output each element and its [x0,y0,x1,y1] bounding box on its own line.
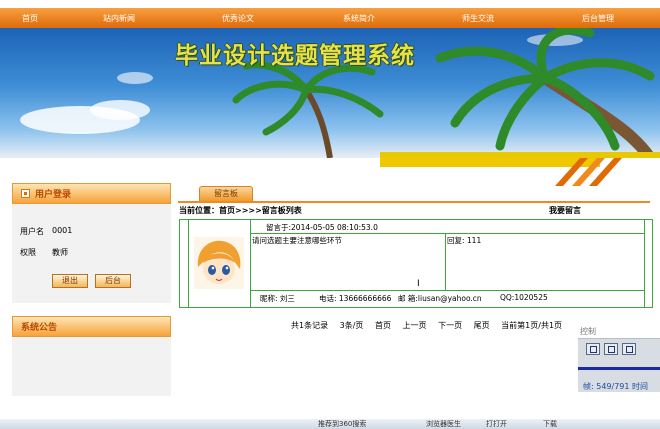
nav-exchange[interactable]: 师生交流 [462,13,494,24]
message-table: 留言于:2014-05-05 08:10:53.0 请问选题主要注意哪些环节 回… [179,219,653,308]
tab-message-board[interactable]: 留言板 [199,186,253,201]
login-panel-header: 用户登录 [12,183,171,204]
pager-first[interactable]: 首页 [375,321,391,330]
notice-panel-title: 系统公告 [21,323,58,333]
site-title: 毕业设计选题管理系统 [175,42,415,69]
posted-at: 留言于:2014-05-05 08:10:53.0 [266,223,378,232]
pager-last[interactable]: 尾页 [474,321,490,330]
square-bullet-icon [21,189,30,198]
pager-per-page: 3条/页 [339,321,364,330]
nav-home[interactable]: 首页 [22,13,38,24]
grid-line [445,233,446,290]
text-cursor-icon: Ι [417,279,420,289]
role-label: 权限 [20,248,36,257]
login-panel-title: 用户登录 [35,190,72,200]
notice-panel-header: 系统公告 [12,316,171,337]
pagination: 共1条记录 3条/页 首页 上一页 下一页 尾页 当前第1页/共1页 [291,320,571,331]
banner-flower-strip [380,158,622,186]
player-prev-icon[interactable] [586,343,600,355]
tab-underline [178,201,650,203]
pager-prev[interactable]: 上一页 [403,321,427,330]
pager-next[interactable]: 下一页 [438,321,462,330]
username-value: 0001 [52,226,73,235]
phone: 电话: 13666666666 [319,294,392,303]
admin-button[interactable]: 后台 [95,274,131,288]
pager-current: 当前第1页/共1页 [501,321,563,330]
login-panel: 用户登录 用户名 0001 权限 教师 退出 后台 [12,183,171,303]
banner: 毕业设计选题管理系统 [0,28,660,158]
player-play-icon[interactable] [604,343,618,355]
taskbar-item-search[interactable]: 推荐到360搜索 [318,419,366,429]
player-progress-bar[interactable] [578,367,660,370]
avatar [194,237,244,289]
nav-about[interactable]: 系统简介 [343,13,375,24]
post-message-link[interactable]: 我要留言 [549,205,581,216]
nav-admin[interactable]: 后台管理 [582,13,614,24]
nav-papers[interactable]: 优秀论文 [222,13,254,24]
grid-line [250,290,644,291]
breadcrumb: 当前位置：首页>>>>留言板列表 [179,206,302,215]
player-widget: 帧: 549/791 时间 [578,338,660,392]
taskbar: 推荐到360搜索 浏览器医生 打打开 下载 [0,419,660,429]
qq: QQ:1020525 [500,293,548,302]
player-control-label: 控制 [580,327,596,336]
nickname: 昵称: 刘三 [260,294,295,303]
role-value: 教师 [52,248,68,257]
top-nav-bar: 首页 站内新闻 优秀论文 系统简介 师生交流 后台管理 [0,8,660,28]
logout-button[interactable]: 退出 [52,274,88,288]
message-reply: 回复: 111 [447,236,482,245]
email: 邮 箱:liusan@yahoo.cn [398,294,482,303]
taskbar-item-open[interactable]: 打打开 [486,419,507,429]
taskbar-item-doctor[interactable]: 浏览器医生 [426,419,461,429]
grid-line [250,233,644,234]
grid-line [644,220,645,307]
pager-total: 共1条记录 [291,321,329,330]
grid-line [188,220,189,307]
nav-news[interactable]: 站内新闻 [103,13,135,24]
player-next-icon[interactable] [622,343,636,355]
player-frame-counter: 帧: 549/791 时间 [583,382,649,391]
notice-panel: 系统公告 [12,316,171,396]
username-label: 用户名 [20,227,44,236]
message-content: 请问选题主要注意哪些环节 [252,236,342,245]
taskbar-item-download[interactable]: 下载 [543,419,557,429]
